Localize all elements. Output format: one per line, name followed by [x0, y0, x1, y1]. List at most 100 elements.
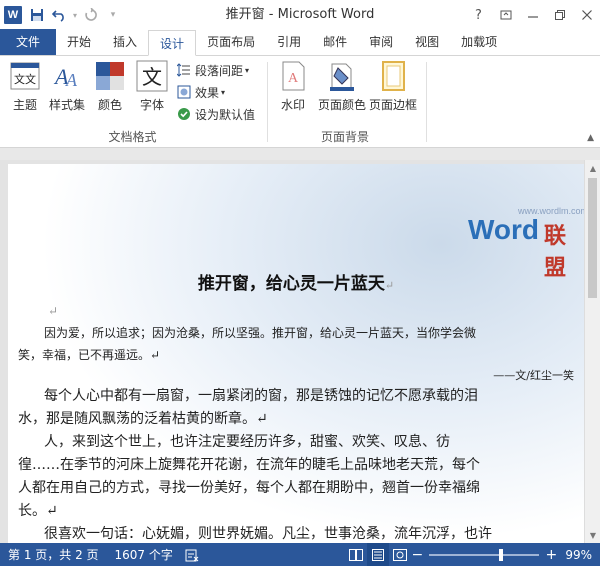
checkmark-icon	[176, 106, 192, 122]
set-as-default-button[interactable]: 设为默认值	[176, 104, 255, 124]
fonts-label: 字体	[139, 98, 164, 112]
document-line: 长。↵	[18, 503, 58, 519]
page-color-button[interactable]: 页面颜色	[317, 60, 367, 118]
fonts-icon-text: 文	[142, 65, 162, 89]
restore-button[interactable]	[546, 0, 573, 30]
tab-addins[interactable]: 加载项	[450, 29, 508, 55]
document-line: 人，来到这个世上，也许注定要经历许多，甜蜜、欢笑、叹息、彷	[44, 434, 450, 450]
svg-text:A: A	[288, 71, 299, 86]
paragraph-spacing-dropdown-icon: ▾	[245, 65, 250, 75]
web-layout-icon[interactable]	[389, 543, 411, 566]
effects-dropdown-icon: ▾	[221, 87, 226, 97]
tab-page-layout[interactable]: 页面布局	[196, 29, 266, 55]
site-watermark: www.wordlm.com Word 联盟	[466, 204, 588, 281]
document-line: 人都在用自己的方式，寻找一份美好，每个人都在期盼中，翘首一份幸福绵	[18, 480, 480, 496]
document-line: 水，那是随风飘荡的泛着枯黄的断章。↵	[18, 411, 268, 427]
minimize-button[interactable]	[519, 0, 546, 30]
proofing-icon[interactable]	[181, 543, 203, 566]
redo-icon[interactable]	[80, 0, 102, 30]
document-area: www.wordlm.com Word 联盟 推开窗，给心灵一片蓝天↵ ↵ 因为…	[0, 160, 600, 543]
save-icon[interactable]	[26, 0, 48, 30]
document-line: 徨……在季节的河床上旋舞花开花谢，在流年的睫毛上品味地老天荒，每个	[18, 457, 480, 473]
page-count[interactable]: 第 1 页，共 2 页	[0, 546, 107, 563]
tab-references[interactable]: 引用	[266, 29, 312, 55]
scroll-up-icon[interactable]: ▲	[585, 160, 600, 176]
close-button[interactable]	[573, 0, 600, 30]
paragraph-spacing-label: 段落间距	[195, 63, 244, 78]
style-set-button[interactable]: AA 样式集	[46, 60, 88, 118]
read-mode-icon[interactable]	[345, 543, 367, 566]
paragraph-mark: ↵	[48, 304, 59, 318]
ribbon-separator-2	[426, 62, 427, 142]
word-logo: W	[4, 6, 22, 24]
word-count[interactable]: 1607 个字	[107, 546, 181, 563]
document-line: 每个人心中都有一扇窗，一扇紧闭的窗，那是锈蚀的记忆不愿承载的泪	[44, 388, 478, 404]
tab-mailings[interactable]: 邮件	[312, 29, 358, 55]
word-app-icon[interactable]: W	[0, 0, 26, 30]
undo-dropdown-icon[interactable]: ▾	[70, 0, 80, 30]
watermark-label: 水印	[280, 98, 305, 112]
scroll-down-icon[interactable]: ▼	[585, 527, 600, 543]
page-borders-button[interactable]: 页面边框	[368, 60, 418, 118]
page-color-icon	[326, 60, 358, 92]
document-line: 很喜欢一句话：心妩媚，则世界妩媚。凡尘，世事沧桑，流年沉浮，也许	[44, 526, 492, 542]
fonts-icon: 文	[136, 60, 168, 92]
tab-view[interactable]: 视图	[404, 29, 450, 55]
ruler-strip	[0, 148, 600, 160]
scroll-thumb[interactable]	[588, 178, 597, 298]
tab-file[interactable]: 文件	[0, 29, 57, 55]
document-format-group-label: 文档格式	[108, 130, 157, 144]
page-background-group-label: 页面背景	[320, 130, 369, 144]
page-borders-label: 页面边框	[368, 98, 417, 112]
zoom-slider-thumb[interactable]	[499, 548, 504, 561]
author-signature: ——文/红尘一笑	[493, 369, 574, 382]
tab-review[interactable]: 审阅	[358, 29, 404, 55]
style-set-icon: AA	[51, 60, 83, 92]
theme-label: 主题	[12, 98, 37, 112]
colors-label: 颜色	[97, 98, 122, 112]
page-background-group: A 水印 页面颜色 页面边框 页面背景	[270, 56, 420, 148]
ribbon-separator	[267, 62, 268, 142]
zoom-in-button[interactable]: +	[545, 547, 557, 563]
zoom-out-button[interactable]: −	[411, 547, 423, 563]
document-title-text: 推开窗，给心灵一片蓝天	[197, 274, 385, 294]
document-line: 笑，幸福，已不再遥远。↵	[18, 348, 161, 362]
fonts-button[interactable]: 文 字体	[131, 60, 173, 118]
theme-icon: 文文	[9, 60, 41, 92]
document-title: 推开窗，给心灵一片蓝天↵	[8, 269, 584, 294]
undo-icon[interactable]	[48, 0, 70, 30]
watermark-icon: A	[277, 60, 309, 92]
vertical-scrollbar[interactable]: ▲ ▼	[584, 160, 600, 543]
tab-home[interactable]: 开始	[56, 29, 102, 55]
colors-icon	[94, 60, 126, 92]
zoom-level[interactable]: 99%	[557, 548, 600, 562]
page-color-label: 页面颜色	[317, 98, 366, 112]
status-bar: 第 1 页，共 2 页 1607 个字 − + 99%	[0, 543, 600, 566]
tab-insert[interactable]: 插入	[102, 29, 148, 55]
zoom-slider[interactable]	[429, 548, 540, 561]
watermark-word: Word	[468, 214, 540, 245]
theme-icon-text: 文文	[14, 72, 36, 86]
effects-label: 效果	[195, 85, 220, 100]
svg-text:A: A	[65, 70, 78, 90]
ribbon-tabs: 文件 开始 插入 设计 页面布局 引用 邮件 审阅 视图 加载项	[0, 29, 600, 56]
style-set-label: 样式集	[48, 98, 85, 112]
page-borders-icon	[377, 60, 409, 92]
theme-button[interactable]: 文文 主题	[4, 60, 46, 118]
paragraph-spacing-icon	[176, 62, 192, 78]
ribbon-display-icon[interactable]	[492, 0, 519, 30]
tab-design[interactable]: 设计	[148, 30, 197, 56]
effects-button[interactable]: 效果 ▾	[176, 82, 225, 102]
watermark-button[interactable]: A 水印	[272, 60, 314, 118]
document-page[interactable]: www.wordlm.com Word 联盟 推开窗，给心灵一片蓝天↵ ↵ 因为…	[8, 164, 588, 543]
set-as-default-label: 设为默认值	[195, 107, 256, 122]
print-layout-icon[interactable]	[367, 543, 390, 566]
paragraph-spacing-button[interactable]: 段落间距 ▾	[176, 60, 249, 80]
document-format-group: 文文 主题 AA 样式集 颜色 文 字体 段落间距 ▾ 效果 ▾ 设为默认值 文…	[0, 56, 265, 148]
collapse-ribbon-icon[interactable]: ▲	[587, 133, 594, 143]
customize-toolbar-icon[interactable]: ▾	[102, 0, 124, 30]
title-bar: W ▾ ▾ 推开窗 - Microsoft Word ?	[0, 0, 600, 30]
colors-button[interactable]: 颜色	[89, 60, 131, 118]
help-button[interactable]: ?	[465, 0, 492, 30]
ribbon: 文文 主题 AA 样式集 颜色 文 字体 段落间距 ▾ 效果 ▾ 设为默认值 文…	[0, 56, 600, 148]
